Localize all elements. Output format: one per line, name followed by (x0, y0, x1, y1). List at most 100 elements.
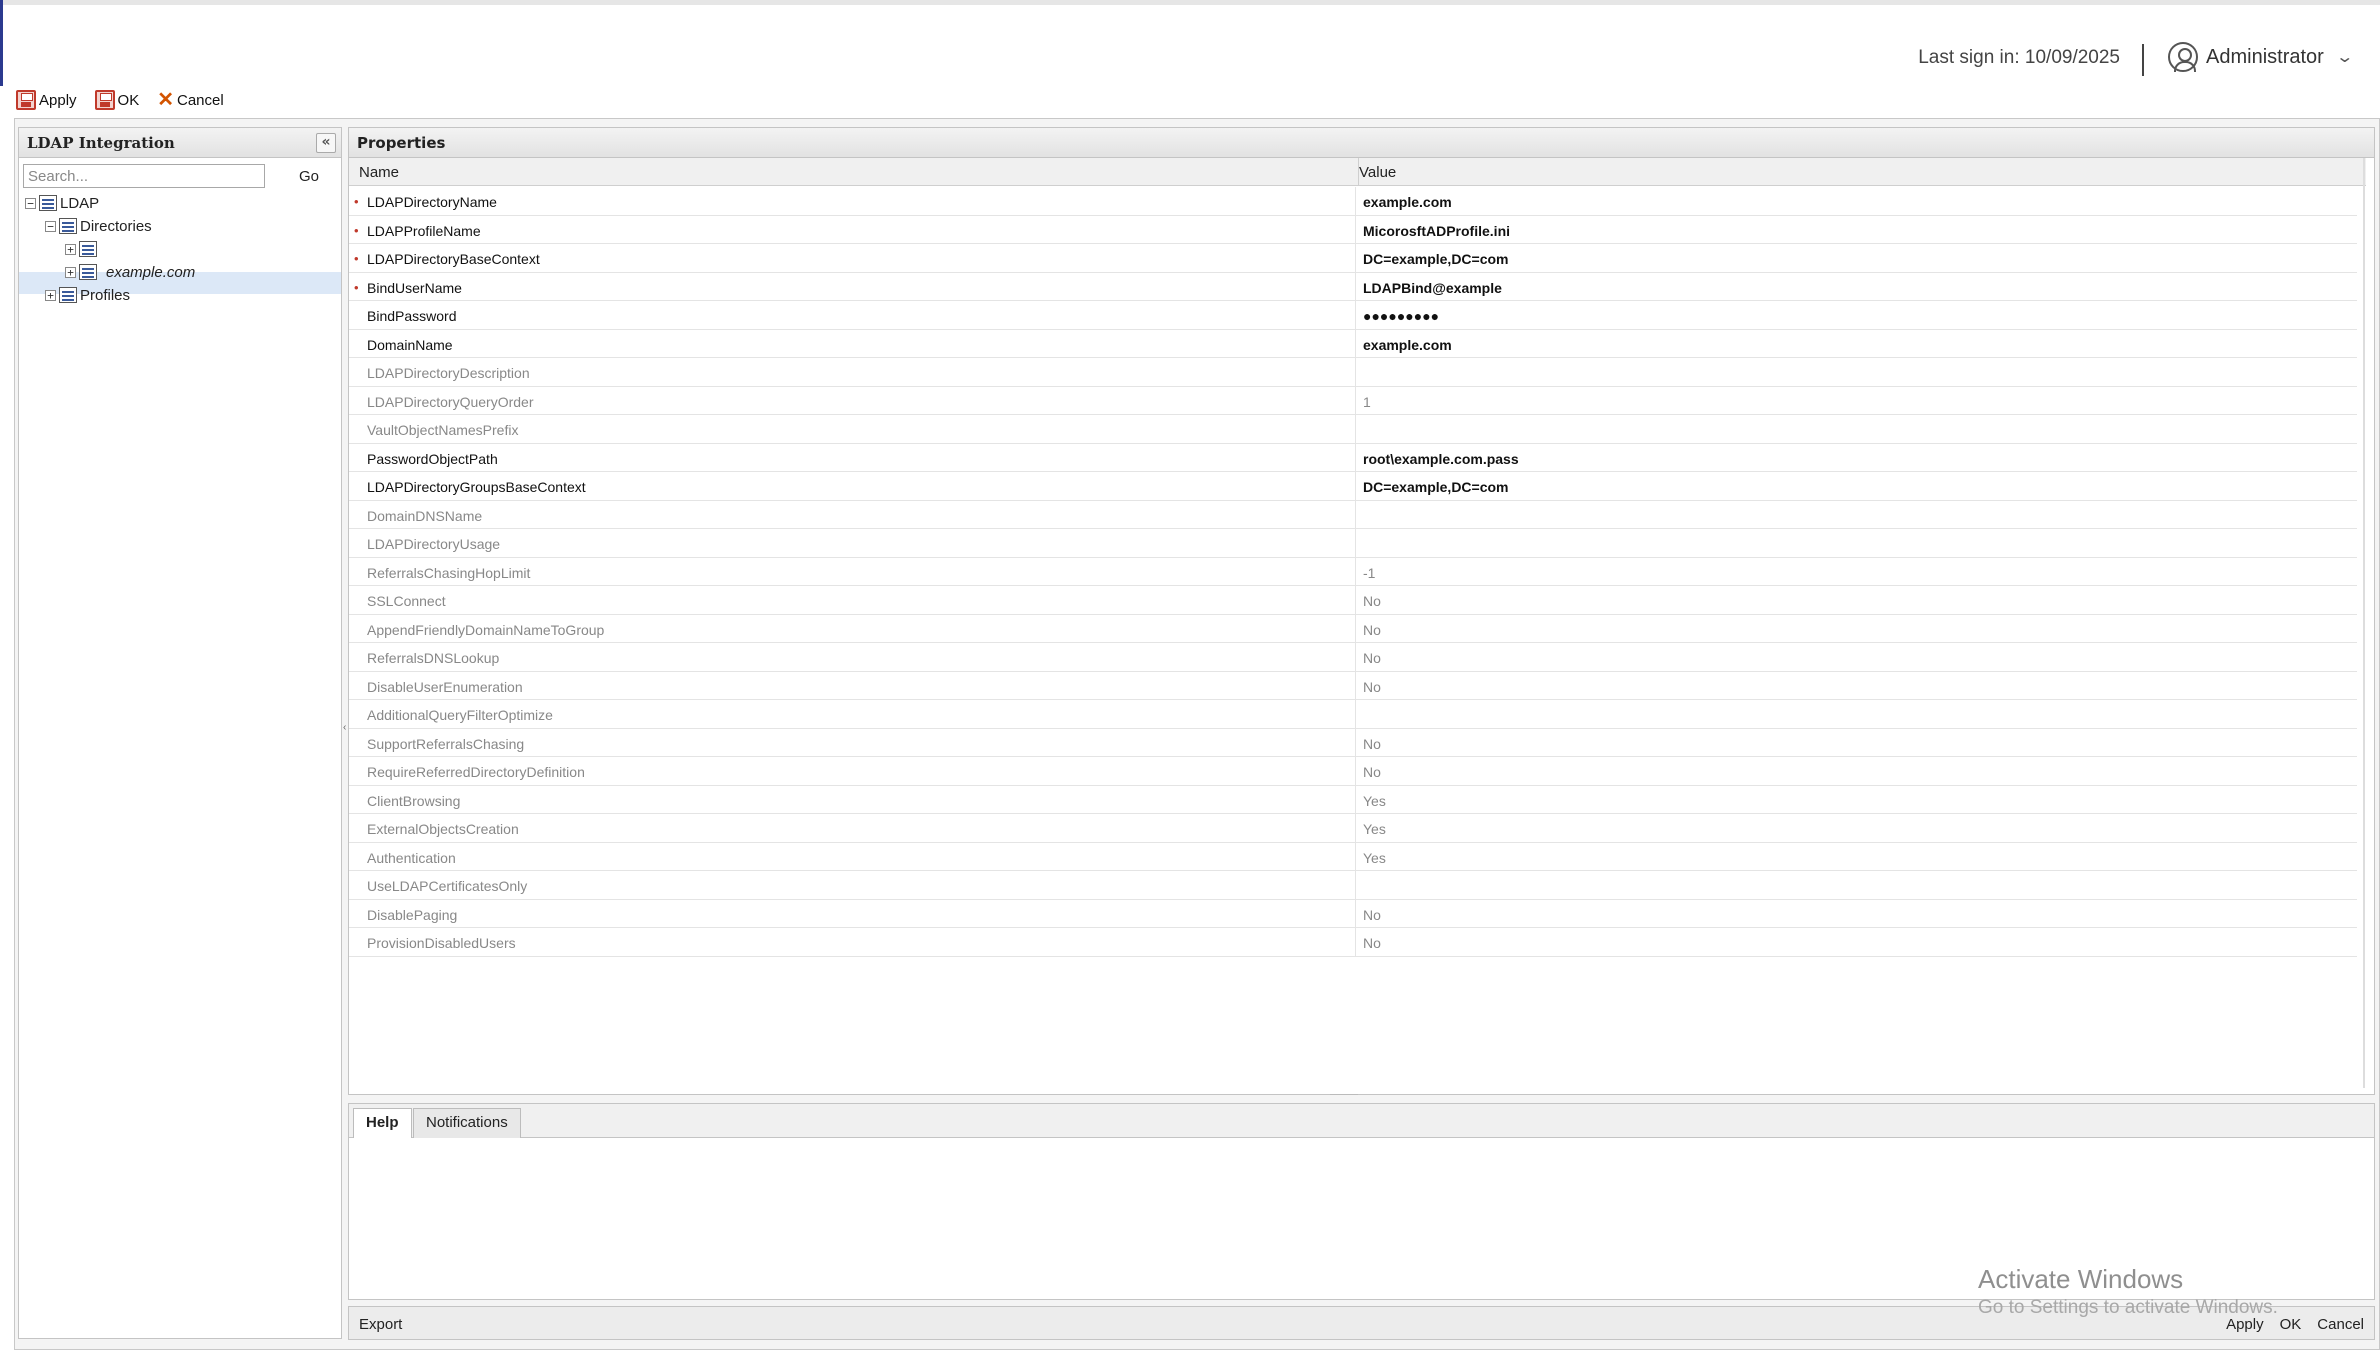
user-menu[interactable]: Administrator ⌄ (2168, 42, 2354, 72)
property-value[interactable]: Yes (1363, 821, 1386, 837)
folder-node-icon (79, 264, 97, 280)
tree-label: LDAP (60, 194, 100, 212)
tab-help[interactable]: Help (353, 1108, 412, 1138)
property-row[interactable]: LDAPDirectoryGroupsBaseContext DC=example… (349, 472, 2357, 501)
property-name: DomainName (367, 336, 453, 353)
property-value[interactable]: root\example.com.pass (1363, 451, 1519, 467)
property-value[interactable]: No (1363, 736, 1381, 752)
property-value[interactable]: Yes (1363, 850, 1386, 866)
expand-icon[interactable]: + (45, 289, 56, 301)
cancel-button[interactable]: ✕ Cancel (157, 90, 223, 110)
property-row[interactable]: RequireReferredDirectoryDefinition No (349, 757, 2357, 786)
vertical-scrollbar[interactable] (2363, 158, 2365, 1088)
property-row[interactable]: PasswordObjectPath root\example.com.pass (349, 443, 2357, 472)
property-row[interactable]: ProvisionDisabledUsers No (349, 928, 2357, 957)
required-marker: • (354, 194, 359, 209)
property-row[interactable]: ClientBrowsing Yes (349, 785, 2357, 814)
property-row[interactable]: ReferralsDNSLookup No (349, 643, 2357, 672)
tree-label: Directories (80, 217, 152, 235)
property-name: ReferralsChasingHopLimit (367, 564, 531, 581)
property-row[interactable]: • LDAPDirectoryBaseContext DC=example,DC=c… (349, 244, 2357, 273)
property-value[interactable]: DC=example,DC=com (1363, 251, 1509, 267)
property-row[interactable]: VaultObjectNamesPrefix (349, 415, 2357, 444)
column-divider (1355, 643, 1356, 671)
property-row[interactable]: • LDAPDirectoryName example.com (349, 187, 2357, 216)
column-divider (1355, 871, 1356, 899)
footer-cancel-button[interactable]: Cancel (2317, 1316, 2364, 1333)
tree-node-unnamed[interactable]: + (65, 238, 100, 260)
property-row[interactable]: SupportReferralsChasing No (349, 728, 2357, 757)
splitter-handle[interactable] (1330, 1094, 1358, 1102)
column-divider (1355, 728, 1356, 756)
export-button[interactable]: Export (359, 1316, 402, 1333)
user-name: Administrator (2206, 45, 2324, 68)
ok-button[interactable]: OK (94, 90, 139, 110)
property-name: LDAPDirectoryGroupsBaseContext (367, 479, 586, 495)
expand-icon[interactable]: + (65, 266, 76, 278)
folder-node-icon (79, 241, 97, 257)
column-name-header[interactable]: Name (359, 164, 399, 181)
property-row[interactable]: LDAPDirectoryDescription (349, 358, 2357, 387)
go-button[interactable]: Go (299, 168, 319, 185)
column-divider (1355, 272, 1356, 300)
tree-node-ldap[interactable]: − LDAP (25, 192, 99, 214)
property-value[interactable]: No (1363, 764, 1381, 780)
property-value[interactable]: example.com (1363, 194, 1452, 210)
property-row[interactable]: BindPassword ●●●●●●●●● (349, 301, 2357, 330)
ldap-integration-panel: LDAP Integration « Go − LDAP − Directori… (18, 127, 342, 1339)
property-row[interactable]: LDAPDirectoryQueryOrder 1 (349, 386, 2357, 415)
splitter-handle-icon[interactable]: ‹ (343, 722, 346, 733)
apply-button[interactable]: Apply (16, 90, 77, 110)
column-divider (1355, 586, 1356, 614)
column-divider (1355, 557, 1356, 585)
property-row[interactable]: DisablePaging No (349, 899, 2357, 928)
collapse-panel-icon[interactable]: « (316, 133, 336, 153)
property-value[interactable]: No (1363, 650, 1381, 666)
properties-panel: Properties Name Value • LDAPDirectoryName… (348, 127, 2375, 1095)
tree-node-example-com[interactable]: + example.com (65, 261, 195, 283)
property-row[interactable]: SSLConnect No (349, 586, 2357, 615)
collapse-icon[interactable]: − (25, 197, 36, 209)
footer-ok-button[interactable]: OK (2280, 1316, 2302, 1333)
property-row[interactable]: Authentication Yes (349, 842, 2357, 871)
column-divider (1355, 500, 1356, 528)
property-value[interactable]: No (1363, 907, 1381, 923)
column-divider (1355, 215, 1356, 243)
property-value[interactable]: ●●●●●●●●● (1363, 308, 1439, 324)
column-divider (1355, 472, 1356, 500)
property-row[interactable]: • BindUserName LDAPBind@example (349, 272, 2357, 301)
property-value[interactable]: -1 (1363, 565, 1375, 581)
expand-icon[interactable]: + (65, 243, 76, 255)
property-row[interactable]: • LDAPProfileName MicorosftADProfile.ini (349, 215, 2357, 244)
property-row[interactable]: DisableUserEnumeration No (349, 671, 2357, 700)
folder-node-icon (59, 218, 77, 234)
property-row[interactable]: ReferralsChasingHopLimit -1 (349, 557, 2357, 586)
property-value[interactable]: 1 (1363, 394, 1371, 410)
activate-windows-hint: Go to Settings to activate Windows. (1978, 1297, 2278, 1318)
property-value[interactable]: MicorosftADProfile.ini (1363, 223, 1510, 239)
property-name: Authentication (367, 849, 456, 866)
property-row[interactable]: LDAPDirectoryUsage (349, 529, 2357, 558)
column-value-header[interactable]: Value (1359, 164, 1396, 181)
property-value[interactable]: LDAPBind@example (1363, 280, 1502, 296)
property-row[interactable]: AppendFriendlyDomainNameToGroup No (349, 614, 2357, 643)
property-value[interactable]: No (1363, 622, 1381, 638)
property-row[interactable]: UseLDAPCertificatesOnly (349, 871, 2357, 900)
search-input[interactable] (23, 164, 265, 188)
property-value[interactable]: No (1363, 679, 1381, 695)
property-row[interactable]: DomainName example.com (349, 329, 2357, 358)
property-row[interactable]: AdditionalQueryFilterOptimize (349, 700, 2357, 729)
property-value[interactable]: DC=example,DC=com (1363, 479, 1509, 495)
property-row[interactable]: DomainDNSName (349, 500, 2357, 529)
tree-node-directories[interactable]: − Directories (45, 215, 152, 237)
tab-notifications[interactable]: Notifications (413, 1108, 521, 1138)
tree-node-profiles[interactable]: + Profiles (45, 284, 130, 306)
column-divider (1355, 244, 1356, 272)
property-value[interactable]: No (1363, 593, 1381, 609)
property-name: ClientBrowsing (367, 792, 461, 809)
property-value[interactable]: No (1363, 935, 1381, 951)
property-value[interactable]: example.com (1363, 337, 1452, 353)
collapse-icon[interactable]: − (45, 220, 56, 232)
property-value[interactable]: Yes (1363, 793, 1386, 809)
property-row[interactable]: ExternalObjectsCreation Yes (349, 814, 2357, 843)
